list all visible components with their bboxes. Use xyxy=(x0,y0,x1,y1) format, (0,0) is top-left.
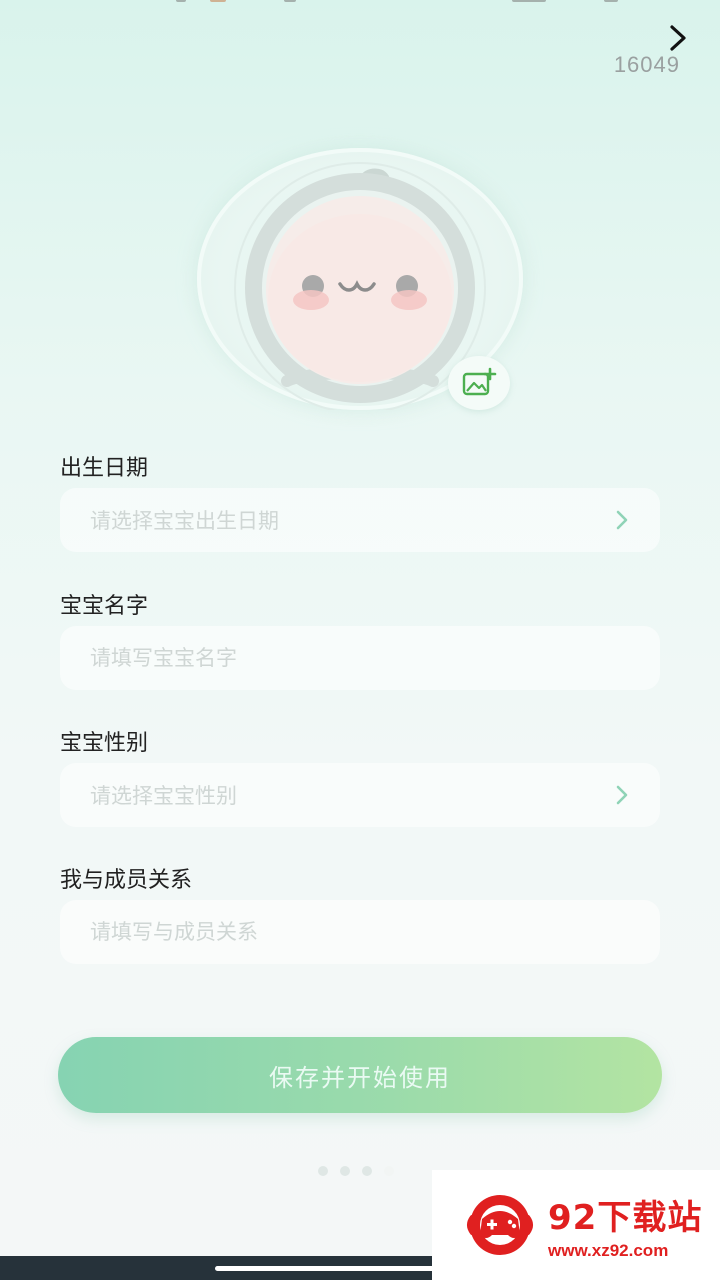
watermark-title: 92下载站 xyxy=(548,1197,703,1238)
page-dot-active xyxy=(384,1166,394,1176)
relationship-field[interactable] xyxy=(60,900,660,964)
baby-name-label: 宝宝名字 xyxy=(60,594,149,619)
status-icon xyxy=(512,0,546,2)
add-photo-button[interactable] xyxy=(448,356,510,410)
site-watermark: 92下载站 www.xz92.com xyxy=(432,1170,720,1280)
page-dot xyxy=(318,1166,328,1176)
save-button-label: 保存并开始使用 xyxy=(269,1063,451,1092)
watermark-url: www.xz92.com xyxy=(548,1240,669,1260)
status-icon xyxy=(604,0,618,2)
status-icon xyxy=(176,0,186,2)
baby-name-input[interactable] xyxy=(90,646,630,670)
page-indicator xyxy=(318,1166,394,1176)
status-icon xyxy=(210,0,226,2)
status-bar xyxy=(0,0,720,8)
step-counter: 16049 xyxy=(613,52,680,77)
birth-date-selector[interactable]: 请选择宝宝出生日期 xyxy=(60,488,660,552)
birth-date-placeholder: 请选择宝宝出生日期 xyxy=(90,509,279,533)
home-indicator[interactable] xyxy=(215,1266,435,1271)
page-dot xyxy=(362,1166,372,1176)
save-and-start-button[interactable]: 保存并开始使用 xyxy=(58,1037,662,1113)
relationship-input[interactable] xyxy=(90,920,630,944)
birth-date-label: 出生日期 xyxy=(60,456,149,481)
baby-gender-selector[interactable]: 请选择宝宝性别 xyxy=(60,763,660,827)
baby-gender-placeholder: 请选择宝宝性别 xyxy=(90,784,237,808)
chevron-right-icon xyxy=(614,783,630,807)
relationship-label: 我与成员关系 xyxy=(60,868,193,893)
chevron-right-icon xyxy=(614,508,630,532)
add-photo-icon xyxy=(462,367,497,396)
baby-gender-label: 宝宝性别 xyxy=(60,731,149,756)
chevron-right-icon xyxy=(670,25,686,51)
status-icon xyxy=(284,0,296,2)
next-button[interactable] xyxy=(664,22,692,54)
page-dot xyxy=(340,1166,350,1176)
baby-name-field[interactable] xyxy=(60,626,660,690)
gamepad-logo-icon xyxy=(467,1195,533,1255)
